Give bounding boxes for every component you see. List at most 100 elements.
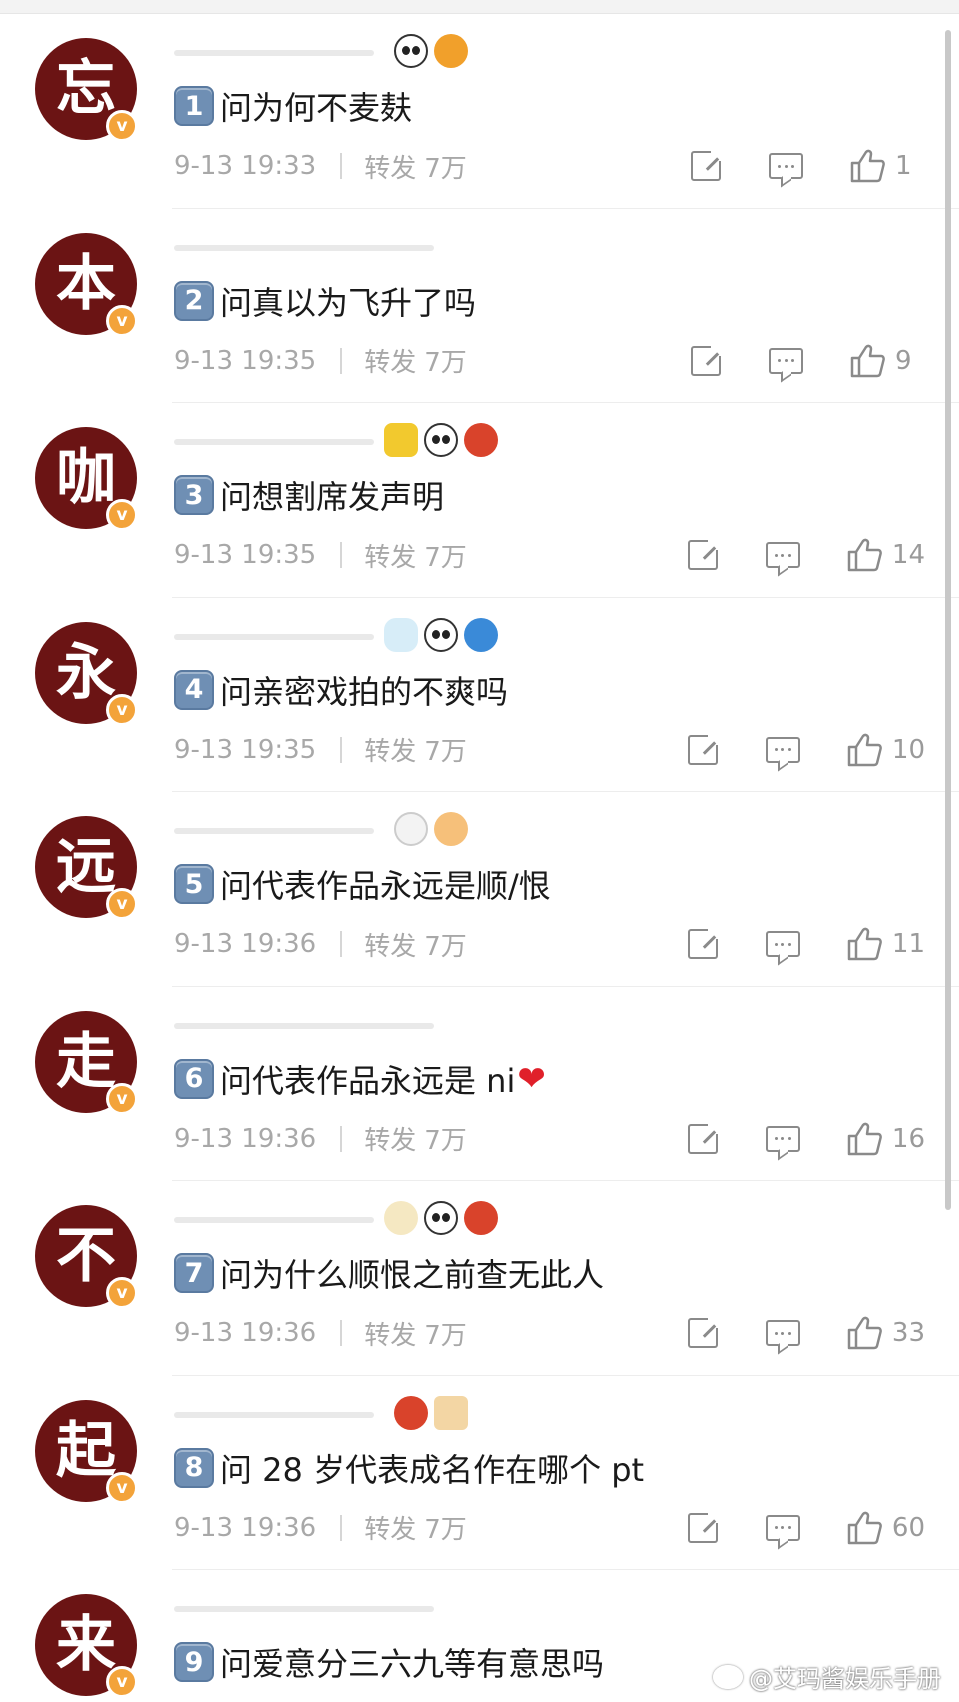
comment-icon [765, 736, 800, 763]
comment-text: 问代表作品永远是 ni [220, 1061, 516, 1100]
meta-separator [340, 347, 343, 374]
like-button[interactable]: 9 [849, 344, 925, 378]
comment-meta: 9-13 19:35 转发 7万 [174, 539, 467, 573]
repost-label: 转发 [364, 1320, 417, 1351]
number-keycap-icon: 9 [174, 1642, 214, 1682]
share-button[interactable] [687, 1510, 720, 1543]
comment-button[interactable] [765, 542, 800, 568]
avatar-char: 忘 [56, 54, 116, 124]
like-count: 11 [891, 929, 925, 959]
repost-label: 转发 [364, 737, 417, 767]
cup-emoji-icon [384, 1201, 418, 1235]
scrollbar[interactable] [945, 30, 951, 1210]
username-blurred [174, 244, 434, 251]
comment-meta: 9-13 19:36 转发 7万 [174, 1317, 467, 1351]
username-row[interactable] [174, 34, 674, 74]
comment-icon [769, 347, 803, 374]
username-row[interactable] [174, 1201, 674, 1241]
share-icon [691, 149, 723, 181]
timestamp: 9-13 19:35 [174, 540, 317, 570]
verified-badge-icon: v [106, 1277, 138, 1309]
repost-label: 转发 [364, 1126, 417, 1156]
comment-item: 忘 v 1 问为何不麦麸 9-13 19:33 转发 7万 1 [0, 14, 959, 209]
number-keycap-icon: 4 [174, 669, 214, 710]
avatar-char: 本 [56, 248, 116, 319]
comment-meta: 9-13 19:36 转发 7万 [174, 1123, 467, 1157]
comment-item: 咖 v 3 问想割席发声明 9-13 19:35 转发 7万 14 [0, 403, 959, 598]
comment-button[interactable] [769, 153, 803, 179]
share-button[interactable] [691, 343, 723, 376]
verified-badge-icon: v [106, 304, 138, 337]
like-button[interactable]: 16 [846, 1122, 925, 1156]
repost-count: 7万 [424, 1320, 467, 1351]
action-bar: 60 [687, 1508, 925, 1548]
top-edge [0, 0, 959, 14]
like-button[interactable]: 60 [846, 1511, 925, 1545]
bird-emoji-icon [464, 423, 498, 457]
comment-button[interactable] [765, 931, 800, 957]
comment-text: 问爱意分三六九等有意思吗 [220, 1645, 605, 1683]
comment-icon [769, 153, 803, 179]
share-button[interactable] [691, 149, 723, 181]
like-button[interactable]: 1 [849, 149, 925, 183]
comment-item: 不 v 7 问为什么顺恨之前查无此人 9-13 19:36 转发 7万 33 [0, 1181, 959, 1376]
username-row[interactable] [174, 1590, 674, 1630]
comment-button[interactable] [765, 1125, 800, 1152]
repost-count: 7万 [424, 1515, 467, 1545]
share-icon [691, 343, 723, 376]
avatar-char: 走 [56, 1026, 116, 1097]
repost-label: 转发 [364, 931, 417, 962]
thumbs-up-icon [849, 149, 885, 183]
comment-icon [765, 1320, 800, 1346]
repost-label: 转发 [364, 1515, 417, 1545]
user-emojis [384, 423, 498, 457]
username-row[interactable] [174, 1007, 674, 1047]
username-blurred [174, 828, 374, 834]
avatar-char: 永 [56, 637, 116, 708]
share-button[interactable] [687, 1121, 720, 1154]
avatar-char: 不 [56, 1221, 116, 1291]
verified-badge-icon: v [106, 1666, 138, 1698]
share-button[interactable] [687, 538, 720, 570]
weibo-icon [713, 1664, 743, 1689]
username-blurred [174, 50, 374, 56]
user-emojis [394, 34, 468, 68]
like-button[interactable]: 33 [846, 1316, 925, 1350]
share-button[interactable] [687, 927, 720, 959]
meta-separator [340, 1514, 343, 1541]
comment-meta: 9-13 19:33 转发 7万 [174, 150, 467, 184]
username-row[interactable] [174, 423, 674, 463]
comment-icon [765, 931, 800, 957]
shield-emoji-icon [464, 617, 498, 652]
like-button[interactable]: 10 [846, 733, 925, 767]
thumbs-up-icon [849, 344, 885, 378]
number-keycap-icon: 6 [174, 1058, 214, 1099]
comment-icon [765, 1125, 800, 1152]
comment-button[interactable] [765, 1514, 800, 1541]
comment-text: 问亲密戏拍的不爽吗 [220, 672, 509, 711]
comment-meta: 9-13 19:36 转发 7万 [174, 928, 467, 962]
comment-content: 4 问亲密戏拍的不爽吗 [174, 668, 508, 712]
comment-text: 问想割席发声明 [220, 478, 445, 516]
comment-button[interactable] [765, 1320, 800, 1346]
fish-emoji-icon [434, 34, 468, 68]
share-button[interactable] [687, 732, 720, 765]
like-button[interactable]: 11 [846, 927, 925, 961]
username-row[interactable] [174, 812, 674, 852]
repost-label: 转发 [364, 153, 417, 184]
bird-emoji-icon [394, 1395, 428, 1430]
comment-button[interactable] [765, 736, 800, 763]
like-count: 10 [891, 734, 925, 765]
username-row[interactable] [174, 617, 674, 658]
like-button[interactable]: 14 [846, 538, 925, 572]
comment-content: 1 问为何不麦麸 [174, 84, 412, 128]
timestamp: 9-13 19:36 [174, 1512, 317, 1543]
user-emojis [394, 812, 468, 846]
comment-meta: 9-13 19:36 转发 7万 [174, 1512, 467, 1546]
username-row[interactable] [174, 1395, 674, 1436]
comment-button[interactable] [769, 347, 803, 374]
like-count: 60 [891, 1512, 925, 1543]
username-row[interactable] [174, 229, 674, 269]
share-button[interactable] [687, 1316, 720, 1348]
thumbs-up-icon [846, 1316, 882, 1350]
